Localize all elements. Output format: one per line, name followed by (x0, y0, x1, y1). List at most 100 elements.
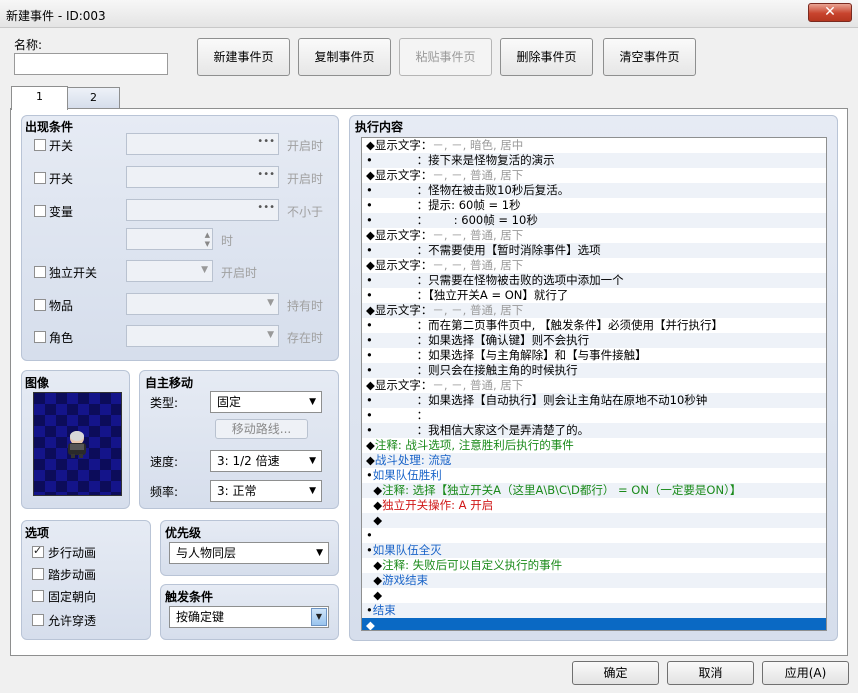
chevron-down-icon: ▼ (267, 330, 274, 340)
row-marker-icon: ◆ (366, 168, 375, 182)
name-input[interactable] (14, 53, 168, 75)
trigger-select[interactable]: 按确定键 ▼ (169, 606, 329, 628)
command-row[interactable]: • ：提示: 60帧 = 1秒 (362, 198, 826, 213)
command-text: 显示文字： (374, 258, 433, 272)
command-row[interactable]: ◆显示文字：－, －, 普通, 居下 (362, 228, 826, 243)
command-row[interactable]: • ：怪物在被击败10秒后复活。 (362, 183, 826, 198)
tab-page-1[interactable]: 1 (11, 86, 68, 110)
row-marker-icon: ◆ (366, 588, 383, 602)
type-select[interactable]: 固定 ▼ (210, 391, 322, 413)
apply-button[interactable]: 应用(A) (762, 661, 849, 685)
command-row[interactable]: ◆注释: 战斗选项, 注意胜利后执行的事件 (362, 438, 826, 453)
command-row[interactable]: ◆显示文字：－, －, 普通, 居下 (362, 258, 826, 273)
actor-suffix: 存在时 (287, 331, 324, 345)
switch2-field[interactable]: ••• (126, 166, 279, 188)
frequency-label: 频率: (150, 485, 179, 499)
command-row[interactable]: • ：不需要使用【暂时消除事件】选项 (362, 243, 826, 258)
close-button[interactable]: ✕ (808, 3, 852, 22)
command-row[interactable]: • ：如果选择【自动执行】则会让主角站在原地不动10秒钟 (362, 393, 826, 408)
command-params: －, －, 普通, 居下 (432, 228, 524, 242)
command-row[interactable]: ◆ (362, 618, 826, 630)
new-page-button[interactable]: 新建事件页 (197, 38, 290, 76)
command-row[interactable]: •如果队伍全灭 (362, 543, 826, 558)
priority-select[interactable]: 与人物同层 ▼ (169, 542, 329, 564)
image-title: 图像 (25, 376, 50, 390)
command-row[interactable]: ◆战斗处理: 流寇 (362, 453, 826, 468)
switch1-checkbox[interactable] (34, 139, 46, 151)
command-row[interactable]: • ：如果选择【与主角解除】和【与事件接触】 (362, 348, 826, 363)
paste-page-button[interactable]: 粘贴事件页 (399, 38, 492, 76)
variable-value-spinner[interactable]: ▲ ▼ (126, 228, 213, 250)
actor-checkbox[interactable] (34, 331, 46, 343)
command-row-text: • ：我相信大家这个是弄清楚了的。 (366, 423, 589, 438)
command-text: ： (372, 288, 429, 302)
command-row-text: ◆显示文字：－, －, 普通, 居下 (366, 378, 523, 393)
command-row[interactable]: ◆游戏结束 (362, 573, 826, 588)
command-row[interactable]: • ：接下来是怪物复活的演示 (362, 153, 826, 168)
command-row[interactable]: • ： (362, 408, 826, 423)
command-params: 接下来是怪物复活的演示 (428, 153, 555, 167)
command-row[interactable]: • ：如果选择【确认键】则不会执行 (362, 333, 826, 348)
copy-page-button[interactable]: 复制事件页 (298, 38, 391, 76)
command-row[interactable]: ◆独立开关操作: A 开启 (362, 498, 826, 513)
self-switch-select[interactable]: ▼ (126, 260, 213, 282)
walking-anim-checkbox[interactable] (32, 544, 44, 558)
command-row[interactable]: •结束 (362, 603, 826, 618)
chevron-down-icon: ▼ (309, 397, 316, 407)
stepping-anim-checkbox[interactable] (32, 568, 44, 580)
command-row[interactable]: • ：【独立开关A = ON】就行了 (362, 288, 826, 303)
cancel-button[interactable]: 取消 (667, 661, 754, 685)
ok-button[interactable]: 确定 (572, 661, 659, 685)
command-row-text: ◆显示文字：－, －, 普通, 居下 (366, 168, 523, 183)
command-row-text: • ：则只会在接触主角的时候执行 (366, 363, 578, 378)
command-list[interactable]: ◆显示文字：－, －, 暗色, 居中 • ：接下来是怪物复活的演示 ◆显示文字：－,… (361, 137, 827, 631)
command-row[interactable]: ◆显示文字：－, －, 普通, 居下 (362, 378, 826, 393)
command-row[interactable]: ◆显示文字：－, －, 普通, 居下 (362, 168, 826, 183)
variable-checkbox[interactable] (34, 205, 46, 217)
actor-select[interactable]: ▼ (126, 325, 279, 347)
command-row[interactable]: •如果队伍胜利 (362, 468, 826, 483)
switch2-checkbox[interactable] (34, 172, 46, 184)
command-text: 显示文字： (374, 303, 433, 317)
command-text: 注释: 战斗选项, 注意胜利后执行的事件 (374, 438, 574, 452)
item-checkbox[interactable] (34, 299, 46, 311)
spin-down-icon[interactable]: ▼ (205, 240, 210, 248)
command-row[interactable]: • (362, 528, 826, 543)
window-title: 新建事件 - ID:003 (6, 9, 106, 23)
command-row[interactable]: ◆显示文字：－, －, 暗色, 居中 (362, 138, 826, 153)
command-row[interactable]: ◆ (362, 588, 826, 603)
ellipsis-icon: ••• (257, 136, 275, 147)
command-params: 则只会在接触主角的时候执行 (428, 363, 578, 377)
delete-page-button[interactable]: 删除事件页 (500, 38, 593, 76)
command-text: ： (372, 363, 429, 377)
command-row-text: • ：如果选择【与主角解除】和【与事件接触】 (366, 348, 647, 363)
through-checkbox[interactable] (32, 614, 44, 626)
variable-field[interactable]: ••• (126, 199, 279, 221)
command-row-text: •结束 (366, 603, 396, 618)
move-route-button[interactable]: 移动路线... (215, 419, 308, 439)
command-row-text: • ： (366, 408, 428, 423)
row-marker-icon: • (366, 423, 373, 437)
command-row[interactable]: • ：而在第二页事件页中, 【触发条件】必须使用【并行执行】 (362, 318, 826, 333)
direction-fix-checkbox[interactable] (32, 590, 44, 602)
event-graphic[interactable] (33, 392, 122, 496)
command-row[interactable]: ◆注释: 选择【独立开关A（这里A\B\C\D都行） = ON（一定要是ON）】 (362, 483, 826, 498)
command-row[interactable]: • ：则只会在接触主角的时候执行 (362, 363, 826, 378)
command-row[interactable]: • ：我相信大家这个是弄清楚了的。 (362, 423, 826, 438)
command-row[interactable]: • ： : 600帧 = 10秒 (362, 213, 826, 228)
frequency-select[interactable]: 3: 正常 ▼ (210, 480, 322, 502)
switch1-suffix: 开启时 (287, 139, 324, 153)
self-switch-checkbox[interactable] (34, 266, 46, 278)
speed-select[interactable]: 3: 1/2 倍速 ▼ (210, 450, 322, 472)
spin-up-icon[interactable]: ▲ (205, 231, 210, 239)
command-row[interactable]: ◆注释: 失败后可以自定义执行的事件 (362, 558, 826, 573)
command-row[interactable]: ◆ (362, 513, 826, 528)
command-row[interactable]: • ：只需要在怪物被击败的选项中添加一个 (362, 273, 826, 288)
tab-page-2[interactable]: 2 (67, 87, 120, 109)
clear-page-button[interactable]: 清空事件页 (603, 38, 696, 76)
command-row[interactable]: ◆显示文字：－, －, 普通, 居下 (362, 303, 826, 318)
switch1-field[interactable]: ••• (126, 133, 279, 155)
item-select[interactable]: ▼ (126, 293, 279, 315)
actor-label: 角色 (49, 331, 74, 345)
priority-title: 优先级 (165, 526, 202, 540)
